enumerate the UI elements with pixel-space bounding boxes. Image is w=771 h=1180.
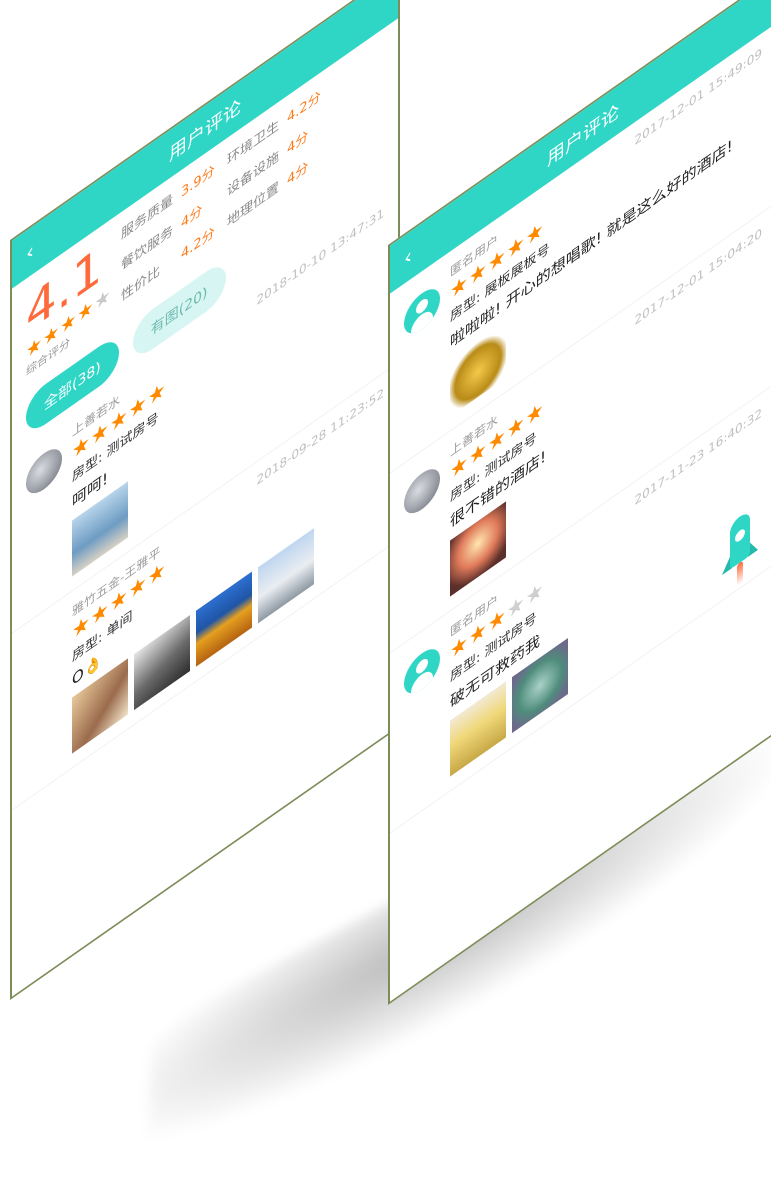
back-icon[interactable]: ‹ (26, 237, 34, 267)
rocket-flame (737, 560, 743, 587)
user-icon (404, 280, 440, 342)
avatar (26, 621, 62, 682)
avatar (404, 460, 440, 522)
user-icon (404, 640, 440, 702)
left-phone-screen: ‹ 用户评论 4.1 ★★★★★ 综合评分 服务质量 3.9分 环境卫生 4.2… (10, 0, 400, 1000)
avatar (26, 440, 62, 502)
back-icon[interactable]: ‹ (404, 242, 412, 272)
